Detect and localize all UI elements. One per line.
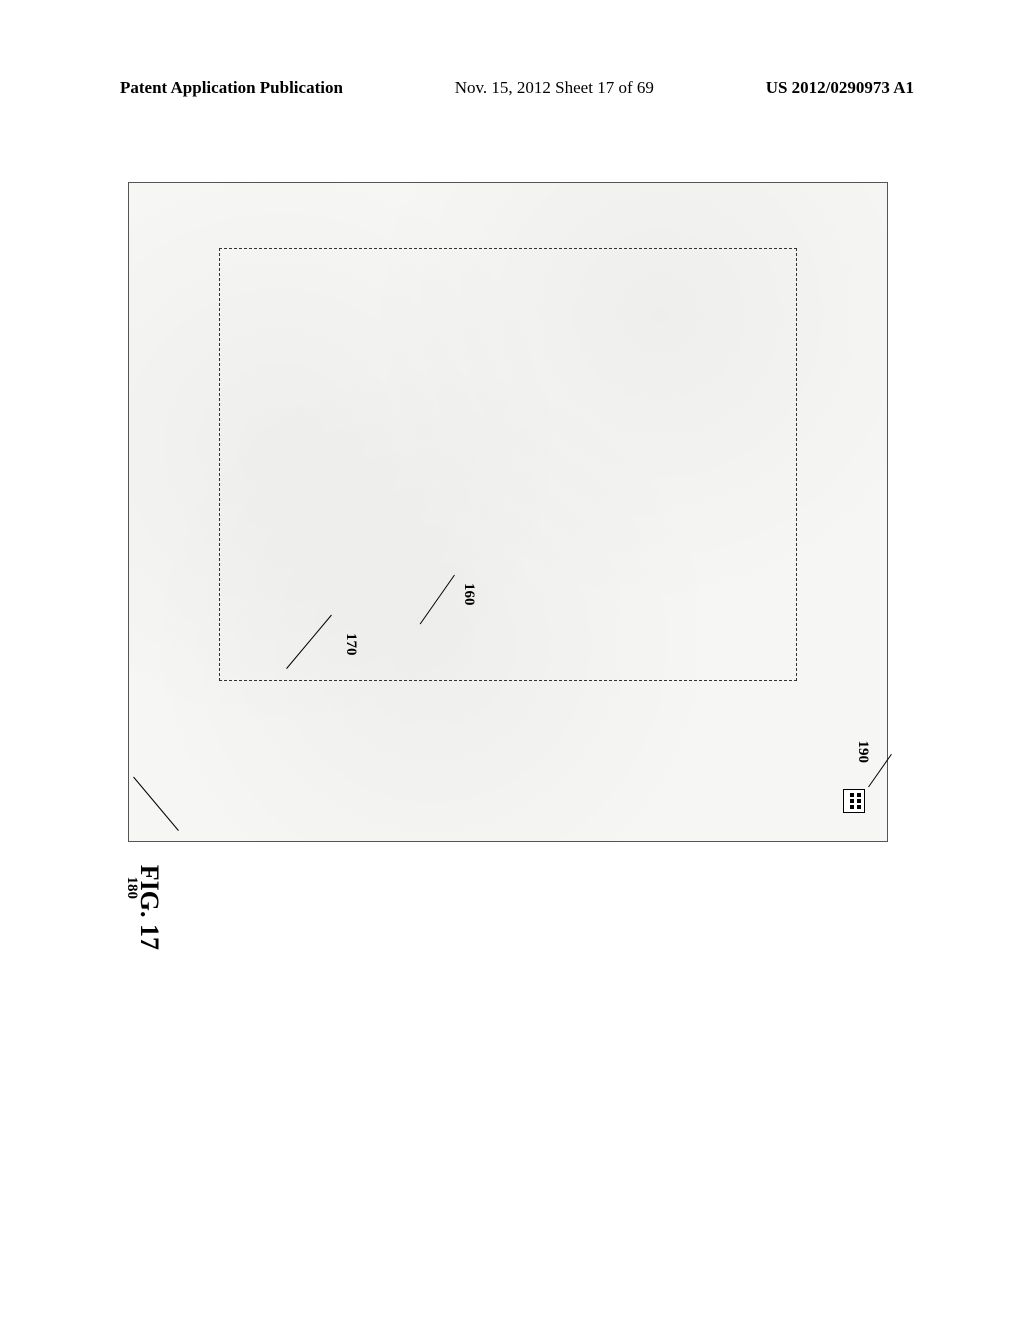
leader-190 xyxy=(868,754,892,787)
page-header: Patent Application Publication Nov. 15, … xyxy=(0,78,1024,98)
figure-caption: FIG. 17 xyxy=(134,865,164,950)
leader-180 xyxy=(133,777,179,831)
display-inner-frame xyxy=(219,248,797,681)
ref-label-170: 170 xyxy=(342,633,359,656)
header-left: Patent Application Publication xyxy=(120,78,343,98)
ref-label-160: 160 xyxy=(460,583,477,606)
ref-label-190: 190 xyxy=(854,741,871,764)
header-center: Nov. 15, 2012 Sheet 17 of 69 xyxy=(455,78,654,98)
header-right: US 2012/0290973 A1 xyxy=(766,78,914,98)
display-outer-frame: 190 160 170 180 xyxy=(128,182,888,842)
figure-17: 190 160 170 180 FIG. 17 xyxy=(128,182,888,842)
keyboard-icon xyxy=(843,789,865,813)
